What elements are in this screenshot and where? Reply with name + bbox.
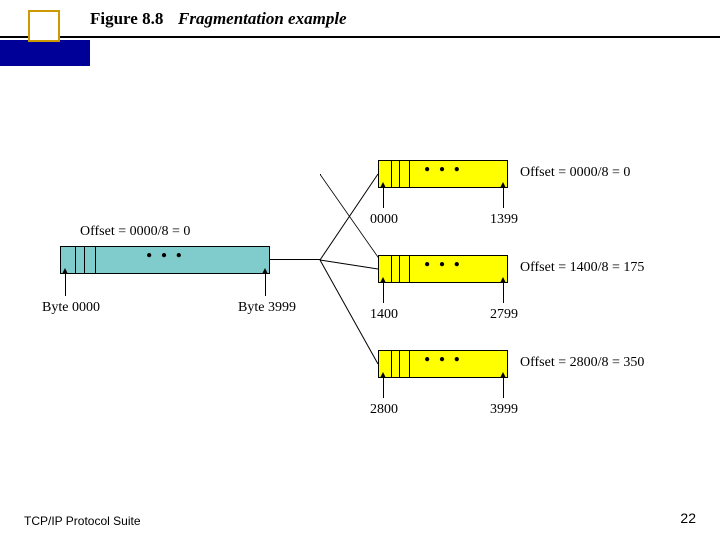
fragment-0-packet: • • • xyxy=(378,160,508,188)
fragment-2-offset-label: Offset = 2800/8 = 350 xyxy=(520,355,644,371)
arrow-up-icon xyxy=(383,283,384,303)
fragment-0-offset-label: Offset = 0000/8 = 0 xyxy=(520,165,630,181)
connector-lines-svg xyxy=(60,150,660,450)
decorative-square xyxy=(28,10,60,42)
fragment-0-first-byte: 0000 xyxy=(370,212,398,228)
figure-title: Fragmentation example xyxy=(178,9,347,29)
fragmentation-diagram: Offset = 0000/8 = 0 • • • Byte 0000 Byte… xyxy=(60,150,660,450)
fragment-0-last-byte: 1399 xyxy=(490,212,518,228)
arrow-up-icon xyxy=(503,188,504,208)
ellipsis-icon: • • • xyxy=(379,160,507,181)
figure-number: Figure 8.8 xyxy=(90,9,163,29)
fragment-1-first-byte: 1400 xyxy=(370,307,398,323)
title-underline xyxy=(0,36,720,38)
ellipsis-icon: • • • xyxy=(379,350,507,371)
fragment-2-first-byte: 2800 xyxy=(370,402,398,418)
arrow-up-icon xyxy=(383,378,384,398)
footer-source: TCP/IP Protocol Suite xyxy=(24,514,141,528)
original-last-byte-label: Byte 3999 xyxy=(238,300,296,316)
fragment-2-last-byte: 3999 xyxy=(490,402,518,418)
arrow-up-icon xyxy=(265,274,266,296)
fragment-1-offset-label: Offset = 1400/8 = 175 xyxy=(520,260,644,276)
original-offset-label: Offset = 0000/8 = 0 xyxy=(80,224,190,240)
decorative-navy-bar xyxy=(0,40,90,66)
page-number: 22 xyxy=(680,510,696,526)
arrow-up-icon xyxy=(503,283,504,303)
fragment-2-packet: • • • xyxy=(378,350,508,378)
arrow-up-icon xyxy=(383,188,384,208)
ellipsis-icon: • • • xyxy=(61,246,269,267)
fragment-1-packet: • • • xyxy=(378,255,508,283)
original-first-byte-label: Byte 0000 xyxy=(42,300,100,316)
ellipsis-icon: • • • xyxy=(379,255,507,276)
fragment-1-last-byte: 2799 xyxy=(490,307,518,323)
arrow-up-icon xyxy=(503,378,504,398)
arrow-up-icon xyxy=(65,274,66,296)
original-packet: • • • xyxy=(60,246,270,274)
connector-line xyxy=(270,259,320,260)
